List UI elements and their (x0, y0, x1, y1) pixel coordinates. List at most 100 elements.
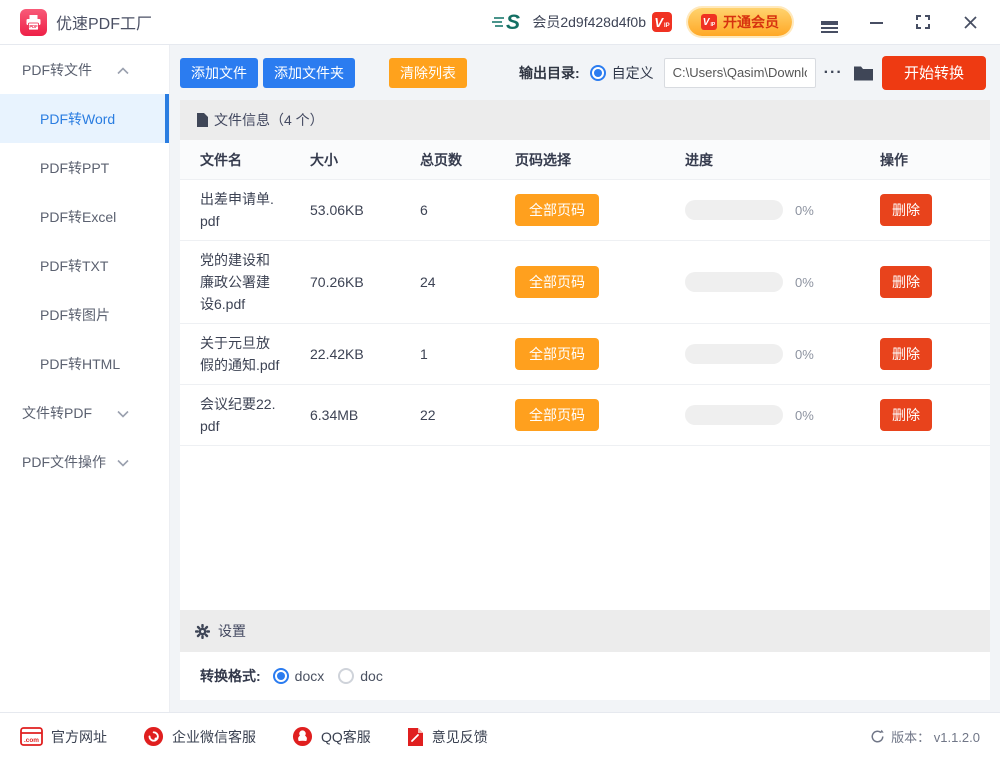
output-dir-label: 输出目录: (519, 63, 580, 83)
doc-radio[interactable] (338, 668, 354, 684)
svg-text:PDF: PDF (29, 24, 38, 29)
file-pages: 24 (420, 274, 515, 290)
vip-badge-icon: VIP (652, 12, 672, 32)
feedback-doc-icon (407, 727, 424, 747)
col-page-select: 页码选择 (515, 150, 685, 170)
docx-radio[interactable] (273, 668, 289, 684)
table-row: 党的建设和廉政公署建设6.pdf 70.26KB 24 全部页码 0% 删除 (180, 241, 990, 324)
sidebar-group-pdf-operations[interactable]: PDF文件操作 (0, 437, 169, 486)
table-header: 文件名 大小 总页数 页码选择 进度 操作 (180, 140, 990, 180)
qq-service-link[interactable]: QQ客服 (292, 726, 371, 747)
progress-bar (685, 405, 783, 425)
progress-label: 0% (795, 347, 814, 362)
close-button[interactable] (960, 12, 980, 32)
feedback-label: 意见反馈 (432, 727, 488, 747)
upgrade-membership-button[interactable]: VIP 开通会员 (688, 8, 792, 36)
file-size: 70.26KB (310, 274, 420, 290)
progress-label: 0% (795, 275, 814, 290)
file-name: 党的建设和廉政公署建设6.pdf (200, 249, 280, 315)
folder-icon (853, 64, 874, 82)
file-pages: 6 (420, 202, 515, 218)
format-label: 转换格式: (200, 666, 261, 686)
minimize-button[interactable] (866, 12, 886, 32)
file-info-header: 文件信息（4 个） (180, 100, 990, 140)
open-folder-button[interactable] (853, 64, 874, 82)
page-select-button[interactable]: 全部页码 (515, 338, 599, 370)
custom-output-radio-label: 自定义 (612, 63, 654, 83)
clear-list-button[interactable]: 清除列表 (389, 58, 467, 88)
browse-ellipsis-button[interactable]: ··· (824, 64, 843, 82)
wechat-service-link[interactable]: 企业微信客服 (143, 726, 256, 747)
col-size: 大小 (310, 150, 420, 170)
wechat-icon (143, 726, 164, 747)
file-pages: 1 (420, 346, 515, 362)
wechat-service-label: 企业微信客服 (172, 727, 256, 747)
qq-service-label: QQ客服 (321, 727, 371, 747)
feedback-link[interactable]: 意见反馈 (407, 727, 488, 747)
svg-text:.com: .com (24, 737, 39, 744)
docx-radio-label: docx (295, 668, 325, 684)
member-id-label: 会员2d9f428d4f0b (532, 12, 646, 32)
official-site-link[interactable]: .com 官方网址 (20, 727, 107, 747)
settings-header: 设置 (180, 610, 990, 652)
sidebar-group-file-to-pdf[interactable]: 文件转PDF (0, 388, 169, 437)
delete-button[interactable]: 删除 (880, 266, 932, 298)
file-size: 22.42KB (310, 346, 420, 362)
app-window: PDF 优速PDF工厂 S 会员2d9f428d4f0b VIP VIP 开通会… (0, 0, 1000, 760)
chevron-up-icon (117, 62, 129, 78)
sidebar: PDF转文件 PDF转Word PDF转PPT PDF转Excel PDF转TX… (0, 45, 170, 712)
settings-row: 转换格式: docx doc (180, 652, 990, 700)
file-panel: 文件信息（4 个） 文件名 大小 总页数 页码选择 进度 操作 出差申请单.pd… (180, 100, 990, 700)
output-path-input[interactable] (664, 58, 816, 88)
delete-button[interactable]: 删除 (880, 194, 932, 226)
table-row: 会议纪要22.pdf 6.34MB 22 全部页码 0% 删除 (180, 385, 990, 446)
sidebar-item-label: PDF转Excel (40, 207, 116, 227)
sidebar-group-label: 文件转PDF (22, 403, 92, 423)
page-select-button[interactable]: 全部页码 (515, 266, 599, 298)
maximize-button[interactable] (913, 12, 933, 32)
page-select-button[interactable]: 全部页码 (515, 399, 599, 431)
sidebar-item-label: PDF转Word (40, 109, 115, 129)
delete-button[interactable]: 删除 (880, 338, 932, 370)
sidebar-item-pdf-to-html[interactable]: PDF转HTML (0, 339, 169, 388)
table-row: 出差申请单.pdf 53.06KB 6 全部页码 0% 删除 (180, 180, 990, 241)
menu-icon[interactable] (819, 12, 839, 32)
settings-title: 设置 (218, 621, 246, 641)
sidebar-item-label: PDF转图片 (40, 305, 110, 325)
app-title: 优速PDF工厂 (56, 10, 152, 34)
sidebar-item-label: PDF转PPT (40, 158, 109, 178)
add-folder-button[interactable]: 添加文件夹 (263, 58, 355, 88)
sidebar-group-label: PDF文件操作 (22, 452, 106, 472)
file-name: 会议纪要22.pdf (200, 393, 280, 437)
sidebar-item-pdf-to-ppt[interactable]: PDF转PPT (0, 143, 169, 192)
col-filename: 文件名 (200, 150, 310, 170)
file-size: 53.06KB (310, 202, 420, 218)
qq-icon (292, 726, 313, 747)
sidebar-item-pdf-to-txt[interactable]: PDF转TXT (0, 241, 169, 290)
sidebar-item-pdf-to-excel[interactable]: PDF转Excel (0, 192, 169, 241)
start-convert-button[interactable]: 开始转换 (882, 56, 986, 90)
col-action: 操作 (880, 150, 990, 170)
main-area: 添加文件 添加文件夹 清除列表 输出目录: 自定义 ··· 开始转换 文件信息（… (180, 45, 990, 712)
toolbar: 添加文件 添加文件夹 清除列表 输出目录: 自定义 ··· 开始转换 (180, 45, 990, 100)
file-pages: 22 (420, 407, 515, 423)
custom-output-radio[interactable] (590, 65, 606, 81)
footer-bar: .com 官方网址 企业微信客服 QQ客服 (0, 712, 1000, 760)
add-file-button[interactable]: 添加文件 (180, 58, 258, 88)
app-logo-icon: PDF (20, 9, 47, 36)
delete-button[interactable]: 删除 (880, 399, 932, 431)
col-pages: 总页数 (420, 150, 515, 170)
file-name: 关于元旦放假的通知.pdf (200, 332, 280, 376)
sidebar-item-label: PDF转HTML (40, 354, 120, 374)
table-row: 关于元旦放假的通知.pdf 22.42KB 1 全部页码 0% 删除 (180, 324, 990, 385)
website-com-icon: .com (20, 727, 43, 746)
page-select-button[interactable]: 全部页码 (515, 194, 599, 226)
file-size: 6.34MB (310, 407, 420, 423)
sidebar-group-pdf-to-file[interactable]: PDF转文件 (0, 45, 169, 94)
sidebar-item-pdf-to-image[interactable]: PDF转图片 (0, 290, 169, 339)
progress-label: 0% (795, 408, 814, 423)
sidebar-item-label: PDF转TXT (40, 256, 108, 276)
empty-list-space (180, 446, 990, 610)
sidebar-item-pdf-to-word[interactable]: PDF转Word (0, 94, 169, 143)
sidebar-group-label: PDF转文件 (22, 60, 92, 80)
